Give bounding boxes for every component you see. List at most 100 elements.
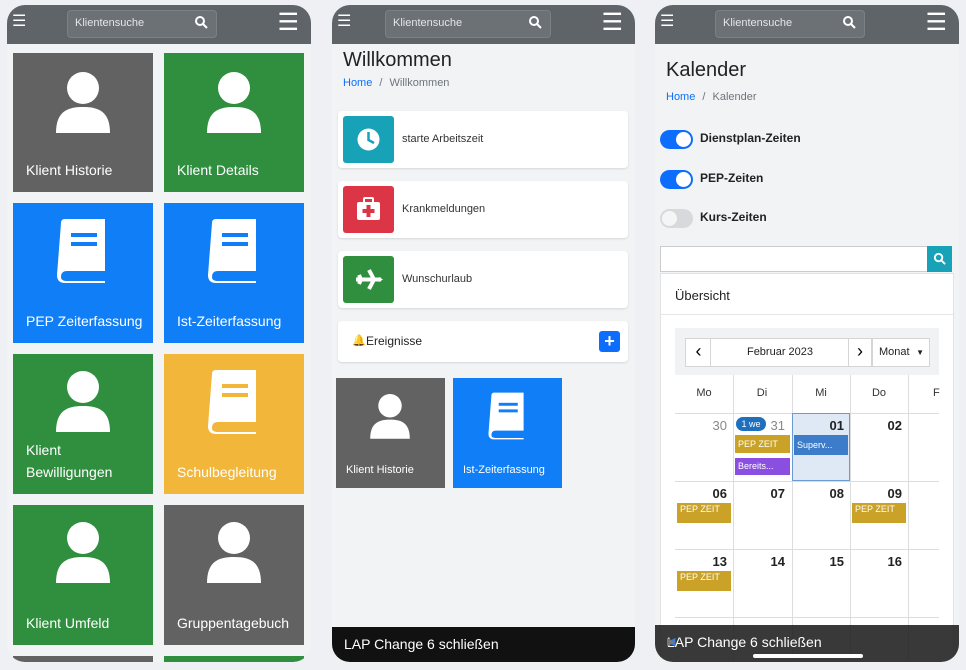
day-number[interactable]: 02 [850, 418, 902, 433]
breadcrumb-sep: / [379, 77, 383, 89]
phone-calendar: ☰ Klientensuche ☰ Kalender Home / Kalend… [655, 5, 959, 662]
card-label: starte Arbeitszeit [402, 133, 484, 145]
toggle-pep[interactable] [660, 170, 693, 189]
tile-schulbegleitung[interactable]: Schulbegleitung [164, 354, 304, 494]
weekday-label: Do [871, 387, 887, 399]
calendar-prev-button[interactable]: ‹ [685, 338, 712, 367]
tile-ist-zeiterfassung[interactable]: Ist-Zeiterfassung [164, 203, 304, 343]
add-event-button[interactable]: + [599, 331, 620, 352]
phone-welcome: ☰ Klientensuche ☰ Willkommen Home / Will… [332, 5, 635, 662]
day-number[interactable]: 06 [675, 486, 727, 501]
client-search-input[interactable]: Klientensuche [715, 10, 865, 38]
tile-klient-details[interactable]: Klient Details [164, 53, 304, 192]
plane-icon [343, 256, 394, 303]
card-vacation-request[interactable]: Wunschurlaub [338, 251, 628, 308]
event-bereits[interactable]: Bereits... [735, 458, 790, 475]
search-icon[interactable] [528, 15, 542, 29]
calendar-search-input[interactable] [660, 246, 929, 272]
tile-pep-zeiterfassung[interactable]: PEP Zeiterfassung [13, 203, 153, 343]
day-number[interactable]: 07 [733, 486, 785, 501]
medkit-icon [343, 186, 394, 233]
tile-label: Klient Historie [26, 162, 113, 178]
tile-klient-umfeld[interactable]: Klient Umfeld [13, 505, 153, 645]
hamburger-icon[interactable]: ☰ [277, 11, 299, 35]
day-number[interactable]: 08 [792, 486, 844, 501]
view-select-value: Monat [879, 346, 910, 358]
weekday-label: Mi [815, 387, 827, 399]
tile-label: Gruppentagebuch [177, 615, 290, 631]
calendar-search-button[interactable] [927, 246, 952, 272]
card-sick-leave[interactable]: Krankmeldungen [338, 181, 628, 238]
day-number[interactable]: 13 [675, 554, 727, 569]
user-icon [56, 371, 110, 432]
menu-icon[interactable]: ☰ [660, 14, 674, 30]
breadcrumb-sep: / [702, 91, 706, 103]
chevron-left-icon: ‹ [695, 341, 702, 361]
clock-icon [343, 116, 394, 163]
breadcrumb: Home / Kalender [666, 91, 757, 103]
bell-icon: 🔔 [352, 335, 366, 347]
calendar-next-button[interactable]: › [848, 338, 872, 367]
tile-klient-historie[interactable]: Klient Historie [336, 378, 445, 488]
bottom-banner[interactable]: LAP Change 6 schließen [332, 627, 635, 662]
client-search-input[interactable]: Klientensuche [385, 10, 551, 38]
day-number[interactable]: 16 [850, 554, 902, 569]
bottom-banner[interactable]: LAP Change 6 schließen ◀ ▶ [655, 625, 959, 662]
weekday-label: Mo [696, 387, 712, 399]
calendar-month-label: Februar 2023 [710, 338, 850, 367]
day-number[interactable]: 09 [850, 486, 902, 501]
toggle-label: Dienstplan-Zeiten [700, 131, 801, 145]
calendar: ‹ Februar 2023 › Monat ▼ Mo Di Mi Do F 3… [675, 328, 940, 660]
top-bar: ☰ Klientensuche ☰ [655, 5, 959, 44]
menu-icon[interactable]: ☰ [12, 14, 26, 30]
event-pep[interactable]: PEP ZEIT [735, 435, 790, 453]
calendar-view-select[interactable]: Monat ▼ [872, 338, 930, 367]
user-icon [207, 522, 261, 583]
toggle-kurs[interactable] [660, 209, 693, 228]
event-pep[interactable]: PEP ZEIT [677, 503, 731, 523]
user-icon [370, 394, 410, 439]
hamburger-icon[interactable]: ☰ [925, 11, 947, 35]
breadcrumb-current: Kalender [712, 91, 757, 103]
day-number[interactable]: 15 [792, 554, 844, 569]
tile-label: Klient Historie [346, 464, 414, 476]
search-icon[interactable] [842, 15, 856, 29]
tile-gruppentagebuch[interactable]: Gruppentagebuch [164, 505, 304, 645]
caret-down-icon: ▼ [916, 348, 924, 357]
day-number[interactable]: 01 [792, 418, 844, 433]
event-pep[interactable]: PEP ZEIT [677, 571, 731, 591]
tile-label: Ist-Zeiterfassung [463, 464, 545, 476]
book-icon [57, 219, 105, 283]
breadcrumb-home[interactable]: Home [666, 91, 695, 103]
card-start-work[interactable]: starte Arbeitszeit [338, 111, 628, 168]
card-label: Wunschurlaub [402, 273, 473, 285]
week-badge[interactable]: 1 we [736, 417, 766, 431]
search-placeholder: Klientensuche [75, 17, 145, 29]
toggle-dienstplan[interactable] [660, 130, 693, 149]
tile-partial [13, 656, 153, 662]
tile-klient-historie[interactable]: Klient Historie [13, 53, 153, 192]
top-bar: ☰ Klientensuche ☰ [332, 5, 635, 44]
breadcrumb-home[interactable]: Home [343, 77, 372, 89]
weekday-label: Di [756, 387, 768, 399]
tile-label: Klient Umfeld [26, 615, 110, 631]
book-icon [208, 219, 256, 283]
book-icon [208, 370, 256, 434]
book-icon [488, 392, 524, 440]
user-icon [56, 72, 110, 133]
nav-forward-icon[interactable]: ▶ [667, 635, 945, 648]
event-superv[interactable]: Superv... [794, 435, 848, 455]
tile-ist-zeiterfassung[interactable]: Ist-Zeiterfassung [453, 378, 562, 488]
search-icon[interactable] [194, 15, 208, 29]
hamburger-icon[interactable]: ☰ [601, 11, 623, 35]
event-pep[interactable]: PEP ZEIT [852, 503, 906, 523]
tile-label: PEP Zeiterfassung [26, 313, 143, 329]
search-icon [933, 252, 946, 265]
client-search-input[interactable]: Klientensuche [67, 10, 217, 38]
bottom-banner-text: LAP Change 6 schließen [344, 636, 499, 652]
tile-klient-bewilligungen[interactable]: Klient Bewilligungen [13, 354, 153, 494]
day-number[interactable]: 14 [733, 554, 785, 569]
day-number[interactable]: 30 [675, 418, 727, 433]
menu-icon[interactable]: ☰ [337, 14, 351, 30]
page-title: Willkommen [343, 49, 452, 71]
